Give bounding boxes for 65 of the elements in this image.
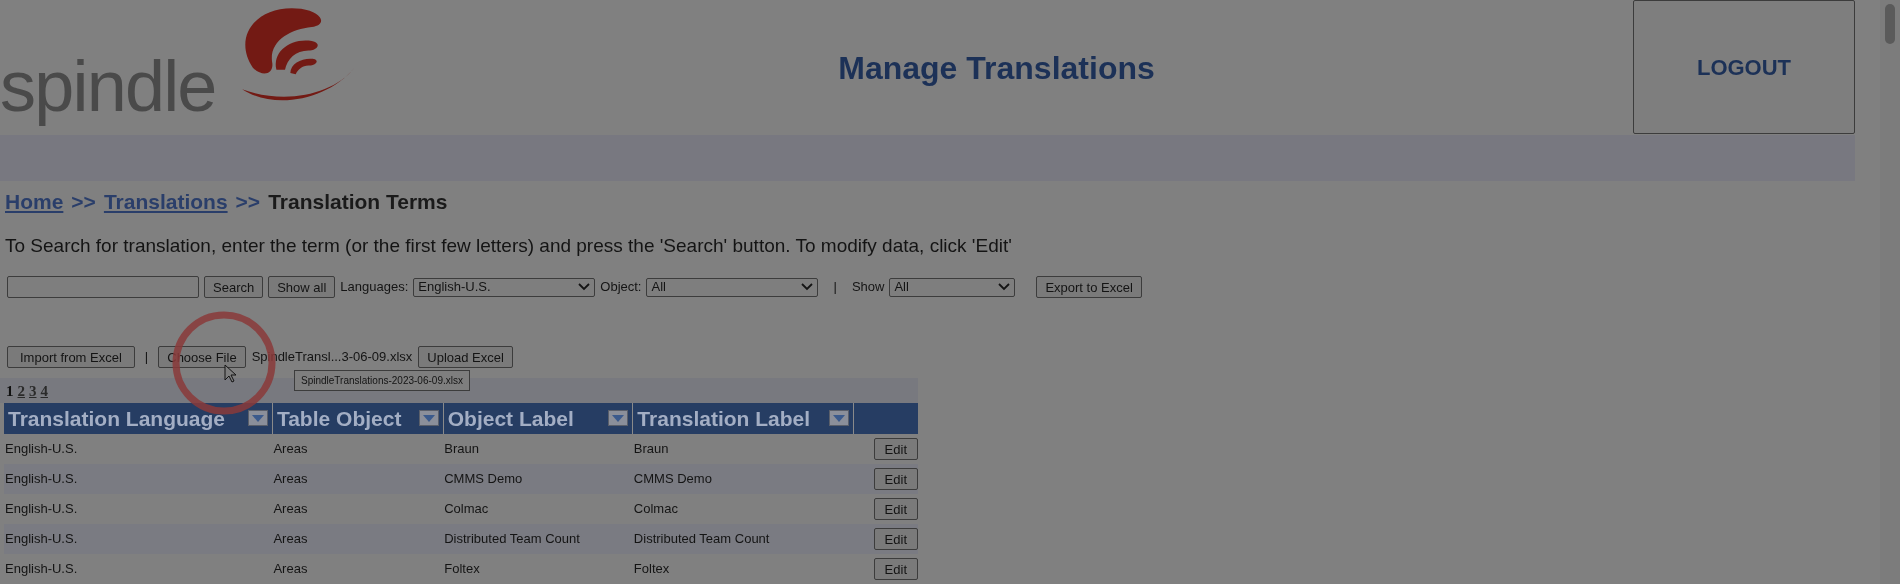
sort-icon[interactable] bbox=[247, 410, 268, 427]
instructions-text: To Search for translation, enter the term (or the first few letters) and press the 'Search' button. To modify data, click 'Edit' bbox=[4, 233, 1013, 258]
upload-button[interactable]: Upload Excel bbox=[418, 346, 513, 368]
separator-text: | bbox=[144, 348, 149, 367]
table-cell: Areas bbox=[272, 494, 444, 524]
page-link[interactable]: 4 bbox=[40, 380, 48, 403]
logout-button[interactable]: LOGOUT bbox=[1633, 0, 1855, 134]
chevron-down-icon bbox=[998, 283, 1011, 291]
table-cell: Foltex bbox=[632, 554, 854, 584]
table-cell: Colmac bbox=[632, 494, 854, 524]
breadcrumb-separator: >> bbox=[235, 189, 261, 215]
table-cell: English-U.S. bbox=[4, 494, 273, 524]
table-cell: Areas bbox=[272, 524, 444, 554]
page-link[interactable]: 3 bbox=[29, 380, 37, 403]
breadcrumb-current: Translation Terms bbox=[268, 189, 448, 215]
object-select[interactable]: All bbox=[646, 277, 819, 297]
table-cell: Foltex bbox=[443, 554, 633, 584]
chevron-down-icon bbox=[578, 283, 591, 291]
object-label: Object: bbox=[600, 278, 642, 297]
choose-file-button[interactable]: Choose File bbox=[158, 346, 246, 368]
show-label: Show bbox=[851, 278, 885, 297]
import-button[interactable]: Import from Excel bbox=[7, 346, 135, 368]
breadcrumb-link[interactable]: Home bbox=[5, 186, 64, 218]
table-cell: Braun bbox=[632, 434, 854, 464]
languages-label: Languages: bbox=[340, 278, 409, 297]
column-header[interactable]: Translation Label bbox=[632, 402, 854, 434]
edit-button[interactable]: Edit bbox=[873, 528, 918, 550]
edit-button[interactable]: Edit bbox=[873, 498, 918, 520]
page-link[interactable]: 1 bbox=[6, 380, 14, 403]
page-title: Manage Translations bbox=[838, 48, 1155, 88]
show-select[interactable]: All bbox=[889, 277, 1016, 297]
table-cell: English-U.S. bbox=[4, 554, 273, 584]
table-cell: Areas bbox=[272, 554, 444, 584]
chevron-down-icon bbox=[801, 283, 814, 291]
table-cell: English-U.S. bbox=[4, 434, 273, 464]
table-cell: English-U.S. bbox=[4, 464, 273, 494]
export-button[interactable]: Export to Excel bbox=[1036, 276, 1142, 298]
sort-icon[interactable] bbox=[829, 410, 850, 427]
scrollbar[interactable] bbox=[1880, 0, 1900, 584]
table-cell: Distributed Team Count bbox=[632, 524, 854, 554]
search-field[interactable] bbox=[7, 276, 199, 298]
languages-select[interactable]: English-U.S. bbox=[413, 277, 596, 297]
tooltip: SpindleTranslations-2023-06-09.xlsx bbox=[294, 370, 470, 391]
edit-button[interactable]: Edit bbox=[873, 468, 918, 490]
page-link[interactable]: 2 bbox=[17, 380, 25, 403]
table-cell: Distributed Team Count bbox=[443, 524, 633, 554]
column-header[interactable]: Table Object bbox=[272, 402, 444, 434]
breadcrumb-separator: >> bbox=[71, 189, 96, 215]
table-cell: Braun bbox=[443, 434, 633, 464]
show-all-button[interactable]: Show all bbox=[268, 276, 336, 298]
breadcrumb-link[interactable]: Translations bbox=[103, 186, 228, 218]
sort-icon[interactable] bbox=[418, 410, 439, 427]
search-button[interactable]: Search bbox=[204, 276, 264, 298]
column-header[interactable]: Object Label bbox=[443, 402, 633, 434]
table-cell: English-U.S. bbox=[4, 524, 273, 554]
table-cell: CMMS Demo bbox=[443, 464, 633, 494]
sort-icon[interactable] bbox=[608, 410, 629, 427]
edit-button[interactable]: Edit bbox=[873, 558, 918, 580]
table-cell: Colmac bbox=[443, 494, 633, 524]
column-header bbox=[853, 402, 918, 434]
table-cell: CMMS Demo bbox=[632, 464, 854, 494]
table-cell: Areas bbox=[272, 434, 444, 464]
table-cell: Areas bbox=[272, 464, 444, 494]
edit-button[interactable]: Edit bbox=[873, 438, 918, 460]
separator-text: | bbox=[833, 278, 837, 297]
